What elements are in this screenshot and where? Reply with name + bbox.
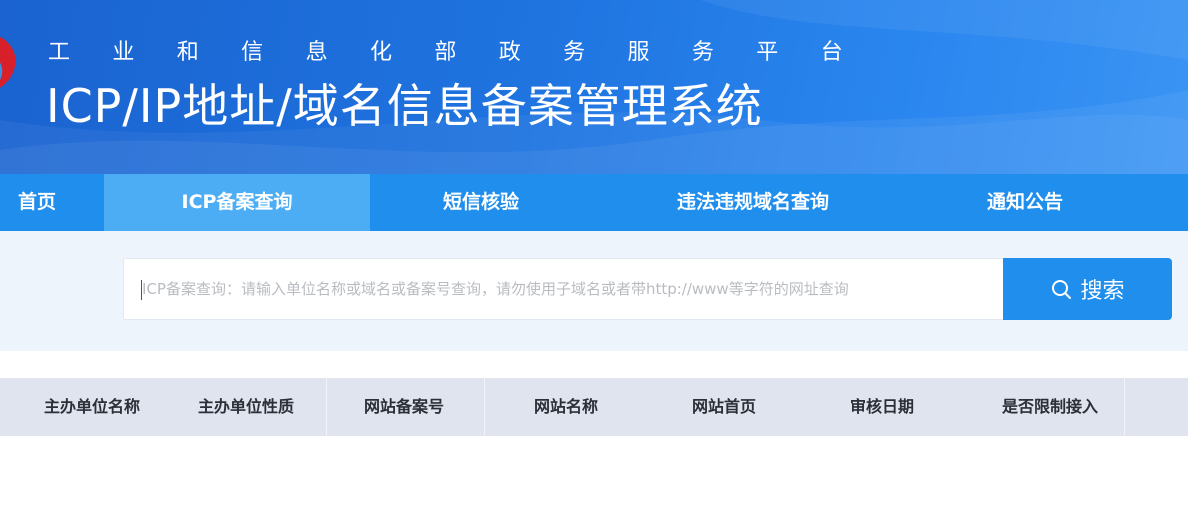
text-caret (141, 280, 142, 300)
subtitle-char: 政 (498, 40, 521, 65)
ministry-subtitle: 工 业 和 信 息 化 部 政 务 服 务 平 台 (48, 34, 885, 66)
nav-home[interactable]: 首页 (0, 174, 104, 231)
main-nav: 首页 ICP备案查询 短信核验 违法违规域名查询 通知公告 (0, 174, 1188, 231)
nav-sms-verify[interactable]: 短信核验 (370, 174, 592, 231)
column-header-sponsor-name: 主办单位名称 (43, 397, 140, 416)
subtitle-char: 业 (112, 40, 135, 65)
column-header-homepage: 网站首页 (691, 397, 756, 416)
page-header: 工 业 和 信 息 化 部 政 务 服 务 平 台 ICP/IP地址/域名信息备… (0, 0, 1188, 174)
search-input[interactable] (124, 259, 1003, 319)
subtitle-char: 务 (691, 40, 714, 65)
column-divider (1124, 378, 1125, 436)
spacer (0, 351, 1188, 377)
subtitle-char: 服 (627, 40, 650, 65)
search-box (123, 258, 1003, 320)
subtitle-char: 部 (434, 40, 457, 65)
nav-icp-query[interactable]: ICP备案查询 (104, 174, 370, 231)
search-button[interactable]: 搜索 (1003, 258, 1172, 320)
subtitle-char: 和 (176, 40, 199, 65)
search-button-label: 搜索 (1080, 279, 1125, 304)
subtitle-char: 息 (305, 40, 328, 65)
search-section: 搜索 (0, 231, 1188, 351)
subtitle-char: 工 (48, 40, 71, 65)
column-header-review-date: 审核日期 (849, 397, 914, 416)
column-header-site-name: 网站名称 (533, 397, 598, 416)
system-title: ICP/IP地址/域名信息备案管理系统 (46, 79, 763, 133)
subtitle-char: 平 (756, 40, 779, 65)
column-header-record-number: 网站备案号 (363, 397, 444, 416)
subtitle-char: 信 (241, 40, 264, 65)
subtitle-char: 务 (563, 40, 586, 65)
search-icon (1052, 280, 1072, 299)
column-header-sponsor-type: 主办单位性质 (197, 397, 294, 416)
subtitle-char: 台 (820, 40, 843, 65)
subtitle-char: 化 (369, 40, 392, 65)
emblem-logo-icon (0, 37, 16, 88)
results-table-header: 主办单位名称 主办单位性质 网站备案号 网站名称 网站首页 审核日期 是否限制接… (0, 378, 1188, 436)
nav-notices[interactable]: 通知公告 (914, 174, 1136, 231)
column-header-access-restricted: 是否限制接入 (1001, 397, 1098, 416)
nav-illegal-domain-query[interactable]: 违法违规域名查询 (592, 174, 914, 231)
